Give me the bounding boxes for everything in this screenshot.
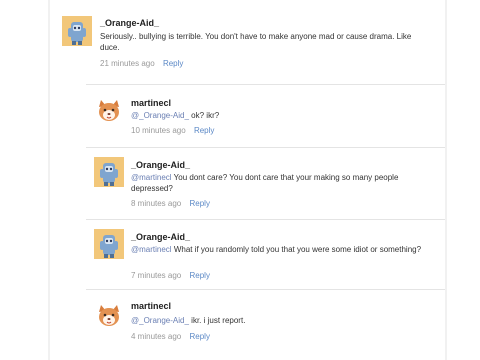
comment-meta: 4 minutes ago Reply bbox=[131, 332, 210, 341]
comment-text: @_Orange-Aid_ ok? ikr? bbox=[131, 110, 431, 121]
comment-text: @_Orange-Aid_ ikr. i just report. bbox=[131, 315, 431, 326]
comment-username[interactable]: _Orange-Aid_ bbox=[131, 160, 190, 170]
comment-time: 10 minutes ago bbox=[131, 126, 186, 135]
reply-link[interactable]: Reply bbox=[163, 59, 183, 68]
comment-text: @martinecl You dont care? You dont care … bbox=[131, 172, 431, 194]
mention-link[interactable]: @_Orange-Aid_ bbox=[131, 111, 189, 120]
comment-time: 8 minutes ago bbox=[131, 199, 182, 208]
comment-username[interactable]: martinecl bbox=[131, 301, 171, 311]
reply-link[interactable]: Reply bbox=[194, 126, 214, 135]
comment-meta: 7 minutes ago Reply bbox=[131, 271, 210, 280]
reply-link[interactable]: Reply bbox=[190, 199, 210, 208]
comment-thread: _Orange-Aid_ Seriously.. bullying is ter… bbox=[0, 0, 480, 360]
comment-time: 7 minutes ago bbox=[131, 271, 182, 280]
comment-username[interactable]: _Orange-Aid_ bbox=[131, 232, 190, 242]
reply-comment: martinecl @_Orange-Aid_ ikr. i just repo… bbox=[86, 289, 445, 350]
comment-time: 4 minutes ago bbox=[131, 332, 182, 341]
reply-comment: _Orange-Aid_ @martinecl You dont care? Y… bbox=[86, 147, 445, 212]
orange-aid-avatar[interactable] bbox=[94, 157, 124, 187]
reply-comment: martinecl @_Orange-Aid_ ok? ikr? 10 minu… bbox=[86, 84, 445, 139]
orange-aid-avatar[interactable] bbox=[94, 229, 124, 259]
comment-text-body: You dont care? You dont care that your m… bbox=[131, 173, 399, 193]
comment-text-body: What if you randomly told you that you w… bbox=[173, 245, 422, 254]
mention-link[interactable]: @martinecl bbox=[131, 173, 172, 182]
reply-link[interactable]: Reply bbox=[190, 332, 210, 341]
comment: _Orange-Aid_ Seriously.. bullying is ter… bbox=[62, 14, 422, 74]
reply-comment: _Orange-Aid_ @martinecl What if you rand… bbox=[86, 219, 445, 284]
comment-meta: 10 minutes ago Reply bbox=[131, 126, 214, 135]
comment-meta: 21 minutes ago Reply bbox=[100, 59, 183, 68]
orange-aid-avatar[interactable] bbox=[62, 16, 92, 46]
reply-link[interactable]: Reply bbox=[190, 271, 210, 280]
comment-text-body: ikr. i just report. bbox=[191, 316, 246, 325]
thread-divider bbox=[445, 0, 447, 360]
martinecl-avatar[interactable] bbox=[94, 95, 124, 125]
comment-username[interactable]: martinecl bbox=[131, 98, 171, 108]
mention-link[interactable]: @_Orange-Aid_ bbox=[131, 316, 189, 325]
martinecl-avatar[interactable] bbox=[94, 300, 124, 330]
comment-username[interactable]: _Orange-Aid_ bbox=[100, 18, 159, 28]
thread-divider bbox=[48, 0, 50, 360]
mention-link[interactable]: @martinecl bbox=[131, 245, 172, 254]
comment-text: @martinecl What if you randomly told you… bbox=[131, 244, 431, 255]
comment-text-body: ok? ikr? bbox=[191, 111, 220, 120]
comment-text: Seriously.. bullying is terrible. You do… bbox=[100, 31, 420, 53]
comment-meta: 8 minutes ago Reply bbox=[131, 199, 210, 208]
comment-time: 21 minutes ago bbox=[100, 59, 155, 68]
comment-text-body: Seriously.. bullying is terrible. You do… bbox=[100, 32, 412, 52]
